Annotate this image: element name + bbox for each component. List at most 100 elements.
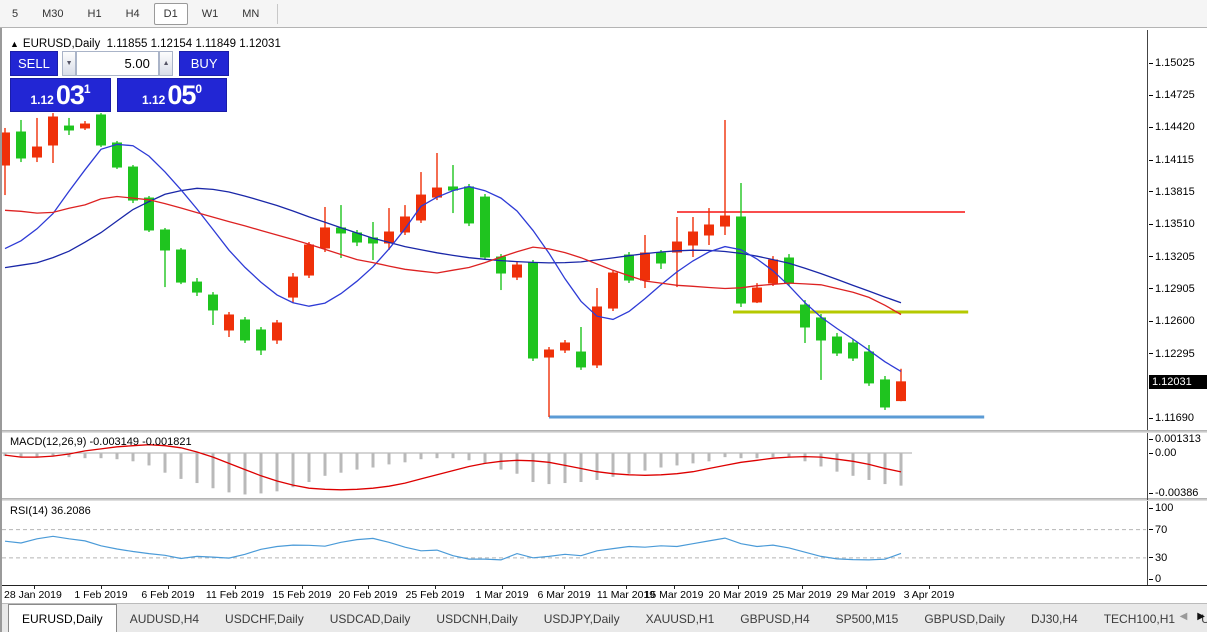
tab-usdchf-daily[interactable]: USDCHF,Daily xyxy=(212,604,317,632)
main-chart-panel[interactable]: ▲ EURUSD,Daily 1.11855 1.12154 1.11849 1.… xyxy=(2,30,1148,430)
rsi-panel[interactable]: RSI(14) 36.2086 xyxy=(2,501,1148,585)
symbol-label: EURUSD,Daily xyxy=(22,38,101,50)
toolbar-separator xyxy=(277,3,279,24)
candle-body xyxy=(240,319,250,341)
macd-signal-line xyxy=(4,444,902,491)
tab-scroll-left-icon[interactable]: ◀ xyxy=(1180,611,1188,622)
timeframe-button-h1[interactable]: H1 xyxy=(78,3,112,25)
price-axis-label: 1.13205 xyxy=(1149,251,1195,263)
macd-histogram-bar xyxy=(83,453,87,459)
one-click-trade-panel: SELL ▼ 5.00 ▲ BUY 1.12 03 1 1.12 05 0 xyxy=(10,51,230,112)
candle-body xyxy=(128,166,138,201)
tab-gbpusd-h4[interactable]: GBPUSD,H4 xyxy=(727,604,822,632)
candle-body xyxy=(608,272,618,309)
candle-body xyxy=(48,116,58,146)
macd-histogram-bar xyxy=(131,453,135,462)
date-axis: 28 Jan 2019 1 Feb 2019 6 Feb 2019 11 Feb 20… xyxy=(2,585,1207,604)
candle-body xyxy=(832,336,842,354)
ohlc-header: ▲ EURUSD,Daily 1.11855 1.12154 1.11849 1.… xyxy=(10,38,281,50)
macd-histogram-bar xyxy=(627,453,631,474)
tab-scroll-right-icon[interactable]: ▶ xyxy=(1197,611,1205,622)
timeframe-button-d1[interactable]: D1 xyxy=(153,2,188,25)
current-price-tag: 1.12031 xyxy=(1149,374,1207,389)
tab-dj30-h4[interactable]: DJ30,H4 xyxy=(1018,604,1091,632)
price-axis-label: 1.12905 xyxy=(1149,283,1195,295)
date-axis-label: 28 Jan 2019 xyxy=(4,589,62,601)
macd-histogram-bar xyxy=(755,453,759,459)
sell-price-pips: 03 xyxy=(55,80,85,110)
date-axis-label: 6 Feb 2019 xyxy=(141,589,195,601)
price-axis-label: 1.13815 xyxy=(1149,186,1195,198)
macd-histogram-bar xyxy=(99,453,103,459)
tab-eurusd-daily[interactable]: EURUSD,Daily xyxy=(8,604,117,632)
rsi-label: RSI(14) 36.2086 xyxy=(10,505,91,517)
direction-up-icon: ▲ xyxy=(10,39,19,49)
timeframe-toolbar: 5 M30 H1 H4 D1 W1 MN xyxy=(0,0,1207,28)
buy-price-button[interactable]: 1.12 05 0 xyxy=(117,78,227,112)
macd-panel[interactable]: MACD(12,26,9) -0.003149 -0.001821 xyxy=(2,433,1148,500)
macd-histogram-bar xyxy=(867,453,871,480)
volume-increase-button[interactable]: ▲ xyxy=(158,51,174,76)
buy-price-point: 0 xyxy=(195,82,203,96)
macd-histogram-bar xyxy=(851,453,855,476)
date-axis-label: 29 Mar 2019 xyxy=(836,589,896,601)
macd-histogram-bar xyxy=(515,453,519,474)
volume-decrease-button[interactable]: ▼ xyxy=(61,51,77,76)
macd-histogram-bar xyxy=(691,453,695,464)
macd-histogram-bar xyxy=(163,453,167,473)
tab-xauusd-h1[interactable]: XAUUSD,H1 xyxy=(633,604,728,632)
sell-price-button[interactable]: 1.12 03 1 xyxy=(10,78,111,112)
macd-histogram-bar xyxy=(819,453,823,467)
ohlc-high: 1.12154 xyxy=(150,38,193,50)
macd-histogram-bar xyxy=(195,453,199,484)
ohlc-open: 1.11855 xyxy=(106,38,148,50)
macd-histogram-bar xyxy=(467,453,471,461)
date-axis-label: 15 Feb 2019 xyxy=(272,589,332,601)
date-axis-label: 3 Apr 2019 xyxy=(903,589,955,601)
macd-histogram-bar xyxy=(259,453,263,494)
buy-price-base: 1.12 xyxy=(141,93,166,107)
price-axis-label: 1.13510 xyxy=(1149,218,1195,230)
macd-axis-label: 0.001313 xyxy=(1149,433,1201,445)
timeframe-button-h4[interactable]: H4 xyxy=(116,3,150,25)
macd-histogram-bar xyxy=(115,453,119,460)
tab-gbpusd-daily[interactable]: GBPUSD,Daily xyxy=(911,604,1018,632)
macd-histogram-bar xyxy=(659,453,663,468)
candle-body xyxy=(656,252,666,264)
sell-price-point: 1 xyxy=(83,82,91,96)
macd-histogram-bar xyxy=(403,453,407,463)
price-axis-label: 1.11690 xyxy=(1149,412,1194,424)
volume-input[interactable]: 5.00 xyxy=(76,51,159,76)
tab-tech100-h1[interactable]: TECH100,H1 xyxy=(1091,604,1188,632)
candle-body xyxy=(464,186,474,224)
date-axis-label: 20 Feb 2019 xyxy=(338,589,398,601)
price-axis-label: 1.12600 xyxy=(1149,315,1195,327)
timeframe-button-5[interactable]: 5 xyxy=(2,3,28,25)
candle-body xyxy=(752,287,762,303)
macd-histogram-bar xyxy=(643,453,647,471)
buy-button[interactable]: BUY xyxy=(179,51,230,76)
candle-body xyxy=(496,256,506,274)
candle-body xyxy=(688,231,698,246)
tab-usdjpy-daily[interactable]: USDJPY,Daily xyxy=(531,604,633,632)
sell-button[interactable]: SELL xyxy=(10,51,58,76)
tab-sp500-m15[interactable]: SP500,M15 xyxy=(823,604,912,632)
candle-body xyxy=(160,229,170,251)
macd-histogram-bar xyxy=(547,453,551,485)
timeframe-button-mn[interactable]: MN xyxy=(232,3,269,25)
timeframe-button-m30[interactable]: M30 xyxy=(32,3,73,25)
date-axis-label: 11 Feb 2019 xyxy=(205,589,265,601)
macd-histogram-bar xyxy=(211,453,215,489)
candle-body xyxy=(736,216,746,304)
tab-usdcad-daily[interactable]: USDCAD,Daily xyxy=(317,604,424,632)
timeframe-button-w1[interactable]: W1 xyxy=(192,3,229,25)
candle-body xyxy=(896,381,906,402)
candle-body xyxy=(176,249,186,283)
candle-body xyxy=(304,244,314,276)
buy-price-pips: 05 xyxy=(167,80,196,110)
macd-axis-label: 0.00 xyxy=(1149,447,1176,459)
tab-audusd-h4[interactable]: AUDUSD,H4 xyxy=(117,604,212,632)
tab-usdcnh-daily[interactable]: USDCNH,Daily xyxy=(423,604,530,632)
macd-histogram-bar xyxy=(483,453,487,464)
candle-body xyxy=(576,351,586,368)
